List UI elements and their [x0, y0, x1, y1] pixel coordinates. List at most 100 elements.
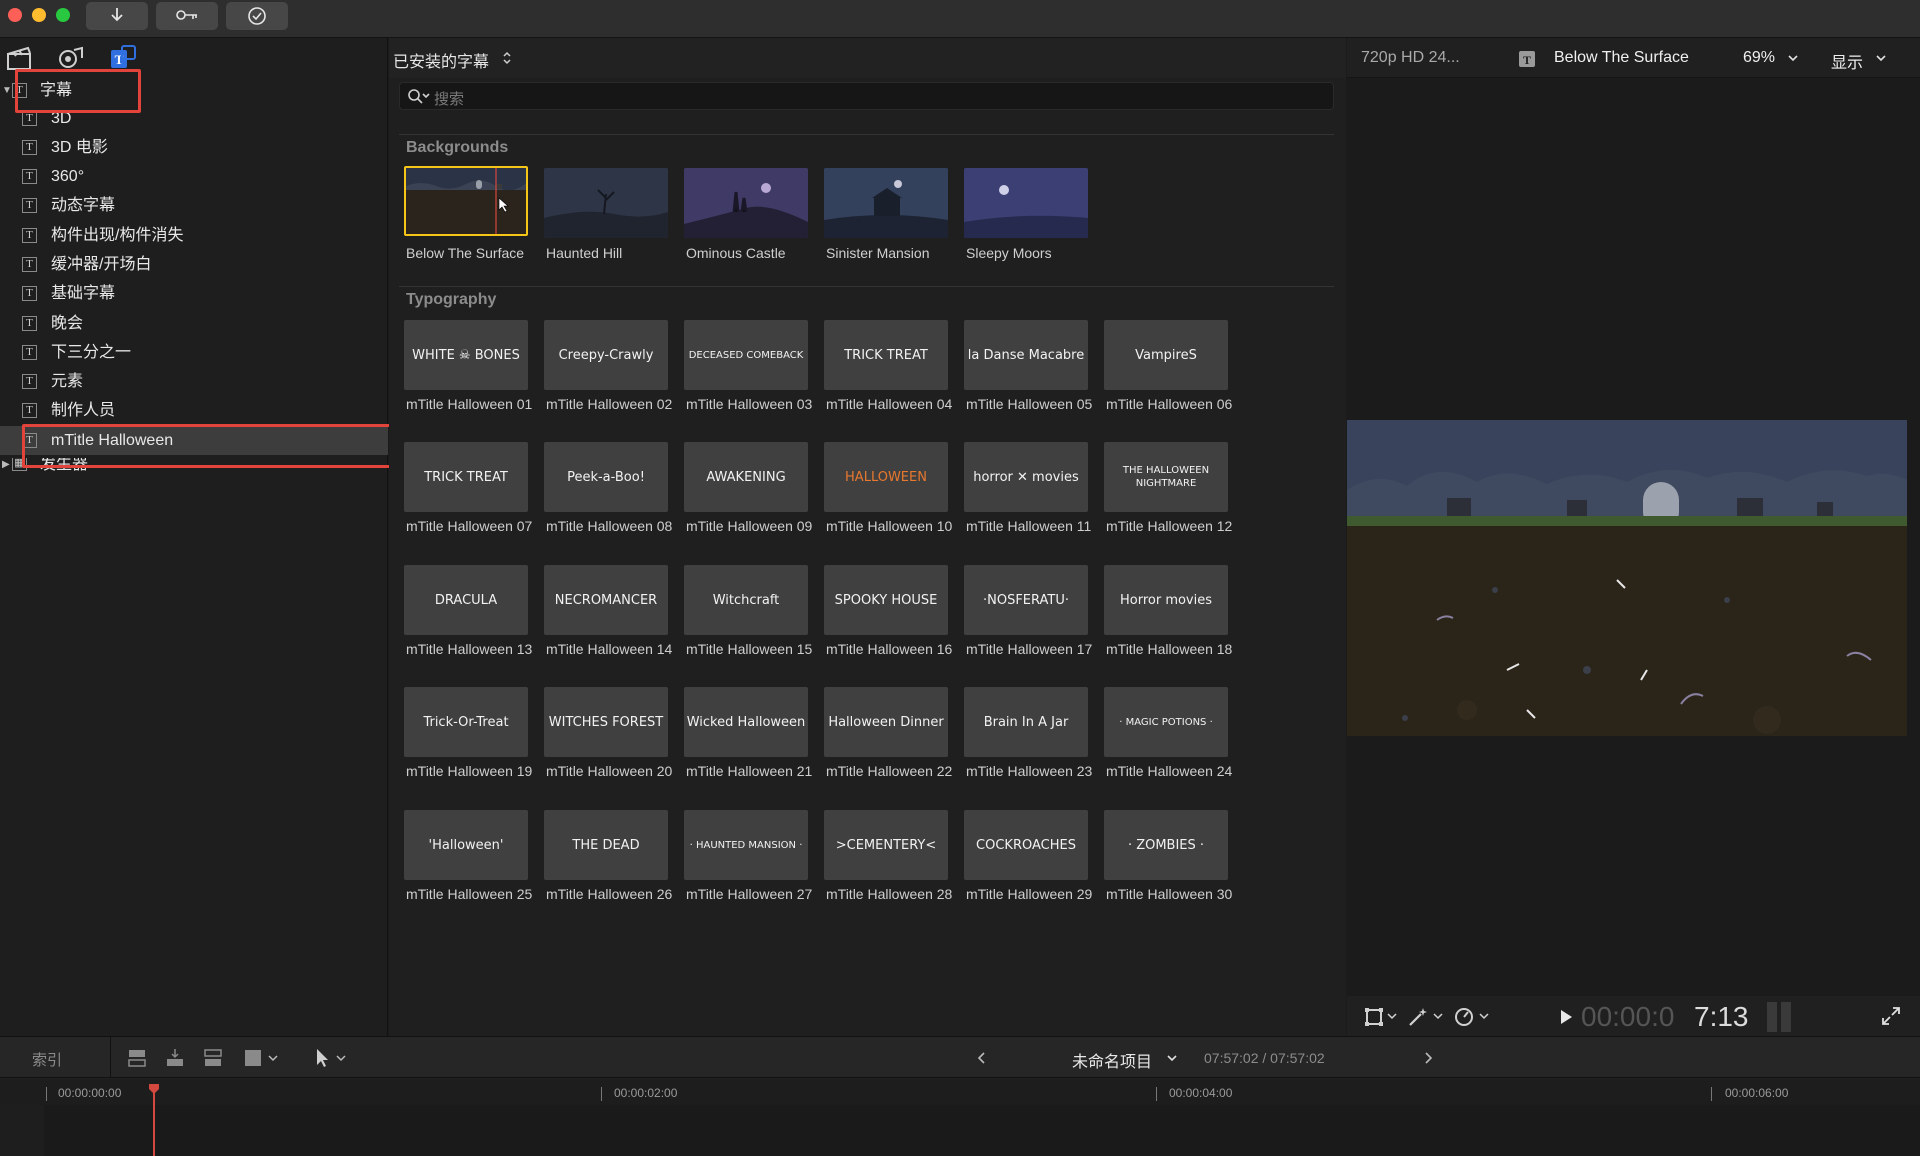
typography-thumb[interactable]: 'Halloween': [404, 810, 528, 880]
clapperboard-icon[interactable]: [4, 44, 34, 72]
typography-thumb[interactable]: WITCHES FOREST: [544, 687, 668, 757]
background-thumb-haunted-hill[interactable]: [544, 168, 668, 238]
typography-thumb[interactable]: DRACULA: [404, 565, 528, 635]
typography-thumb[interactable]: Brain In A Jar: [964, 687, 1088, 757]
typography-thumb[interactable]: VampireS: [1104, 320, 1228, 390]
chevron-down-icon[interactable]: [1787, 53, 1799, 63]
sidebar-item-label: 下三分之一: [51, 344, 132, 361]
chevron-down-icon[interactable]: [1166, 1053, 1178, 1063]
typography-thumb[interactable]: Wicked Halloween: [684, 687, 808, 757]
sidebar-item-label: 缓冲器/开场白: [51, 256, 152, 273]
connect-clip-icon[interactable]: [126, 1047, 148, 1069]
ruler-label: 00:00:00:00: [58, 1086, 122, 1100]
typography-thumb[interactable]: NECROMANCER: [544, 565, 668, 635]
typography-thumb[interactable]: Horror movies: [1104, 565, 1228, 635]
title-icon: T: [22, 374, 37, 389]
sidebar-item-3d-cinematic[interactable]: T 3D 电影: [0, 133, 388, 162]
typography-thumb[interactable]: Trick-Or-Treat: [404, 687, 528, 757]
fullscreen-icon[interactable]: [1881, 1006, 1901, 1026]
background-tasks-button[interactable]: [226, 2, 288, 30]
title-icon: T: [22, 257, 37, 272]
chevron-down-icon[interactable]: [1387, 1012, 1397, 1020]
typography-thumb-text: Horror movies: [1119, 592, 1213, 608]
timeline-ruler[interactable]: 00:00:00:00 00:00:02:00 00:00:04:00 00:0…: [0, 1079, 1920, 1105]
chevron-down-icon[interactable]: [336, 1054, 346, 1062]
disclosure-triangle-icon[interactable]: ▶: [2, 458, 10, 472]
typography-thumb[interactable]: Halloween Dinner: [824, 687, 948, 757]
chevron-down-icon[interactable]: [1433, 1012, 1443, 1020]
playhead-handle-icon[interactable]: [147, 1083, 161, 1095]
typography-thumb[interactable]: THE HALLOWEEN NIGHTMARE: [1104, 442, 1228, 512]
typography-thumb[interactable]: · HAUNTED MANSION ·: [684, 810, 808, 880]
sidebar-item-bumper-opener[interactable]: T 缓冲器/开场白: [0, 250, 388, 279]
typography-thumb[interactable]: Witchcraft: [684, 565, 808, 635]
keywords-button[interactable]: [156, 2, 218, 30]
transform-icon[interactable]: [1363, 1006, 1385, 1028]
sidebar-item-credits[interactable]: T 制作人员: [0, 396, 388, 425]
magic-wand-icon[interactable]: [1407, 1006, 1429, 1028]
chevron-down-icon[interactable]: [1875, 53, 1887, 63]
typography-thumb[interactable]: la Danse Macabre: [964, 320, 1088, 390]
chevron-down-icon[interactable]: [268, 1054, 278, 1062]
sidebar-item-label: 制作人员: [51, 402, 116, 419]
typography-thumb[interactable]: TRICK TREAT: [404, 442, 528, 512]
installed-titles-menu[interactable]: 已安装的字幕: [393, 48, 489, 72]
typography-thumb[interactable]: · MAGIC POTIONS ·: [1104, 687, 1228, 757]
typography-thumb[interactable]: THE DEAD: [544, 810, 668, 880]
typography-thumb[interactable]: Creepy-Crawly: [544, 320, 668, 390]
typography-thumb-text: Creepy-Crawly: [558, 347, 654, 363]
select-tool-icon[interactable]: [314, 1047, 332, 1069]
typography-thumb[interactable]: ·NOSFERATU·: [964, 565, 1088, 635]
sidebar-item-basic-titles[interactable]: T 基础字幕: [0, 279, 388, 308]
background-thumb-sinister-mansion[interactable]: [824, 168, 948, 238]
typography-thumb-text: COCKROACHES: [976, 837, 1076, 853]
photos-and-audio-icon[interactable]: [56, 44, 86, 72]
play-icon[interactable]: [1559, 1009, 1573, 1025]
background-thumb-sleepy-moors[interactable]: [964, 168, 1088, 238]
typography-thumb[interactable]: WHITE ☠ BONES: [404, 320, 528, 390]
typography-thumb[interactable]: COCKROACHES: [964, 810, 1088, 880]
sidebar-item-lower-thirds[interactable]: T 下三分之一: [0, 338, 388, 367]
index-button[interactable]: 索引: [32, 1049, 62, 1070]
zoom-window-button[interactable]: [56, 8, 70, 22]
typography-thumb[interactable]: SPOOKY HOUSE: [824, 565, 948, 635]
typography-thumb[interactable]: HALLOWEEN: [824, 442, 948, 512]
typography-thumb[interactable]: AWAKENING: [684, 442, 808, 512]
back-arrow-icon[interactable]: [976, 1051, 986, 1065]
project-name[interactable]: 未命名项目: [1072, 1048, 1152, 1072]
timeline-tracks[interactable]: [0, 1105, 1920, 1156]
typography-thumb-text: Wicked Halloween: [686, 714, 806, 730]
typography-thumb[interactable]: TRICK TREAT: [824, 320, 948, 390]
search-input[interactable]: 搜索: [399, 82, 1334, 110]
typography-thumb[interactable]: DECEASED COMEBACK: [684, 320, 808, 390]
titles-and-generators-icon[interactable]: T: [108, 44, 138, 72]
import-button[interactable]: [86, 2, 148, 30]
minimize-window-button[interactable]: [32, 8, 46, 22]
background-thumb-ominous-castle[interactable]: [684, 168, 808, 238]
sidebar-item-lower-thirds-animated[interactable]: T 动态字幕: [0, 191, 388, 220]
speedometer-icon[interactable]: [1453, 1006, 1475, 1028]
forward-arrow-icon[interactable]: [1424, 1051, 1434, 1065]
disclosure-triangle-icon[interactable]: ▼: [2, 76, 12, 105]
chevron-down-icon[interactable]: [1479, 1012, 1489, 1020]
typography-thumb[interactable]: horror ✕ movies: [964, 442, 1088, 512]
typography-thumb[interactable]: Peek-a-Boo!: [544, 442, 668, 512]
display-menu[interactable]: 显示: [1831, 49, 1863, 73]
playhead[interactable]: [153, 1085, 155, 1156]
sidebar-item-party[interactable]: T 晚会: [0, 309, 388, 338]
typography-thumb[interactable]: >CEMENTERY<: [824, 810, 948, 880]
zoom-menu[interactable]: 69%: [1743, 49, 1775, 67]
typography-thumb-text: · ZOMBIES ·: [1127, 837, 1205, 853]
title-bar: [0, 0, 1920, 38]
background-thumb-below-the-surface[interactable]: [404, 166, 528, 236]
sidebar-item-build-in-out[interactable]: T 构件出现/构件消失: [0, 221, 388, 250]
typography-label: mTitle Halloween 06: [1106, 396, 1233, 412]
append-clip-icon[interactable]: [202, 1047, 224, 1069]
sidebar-item-360[interactable]: T 360°: [0, 162, 388, 191]
close-window-button[interactable]: [8, 8, 22, 22]
chevron-up-down-icon[interactable]: [502, 50, 512, 66]
sidebar-item-elements[interactable]: T 元素: [0, 367, 388, 396]
typography-thumb[interactable]: · ZOMBIES ·: [1104, 810, 1228, 880]
insert-clip-icon[interactable]: [164, 1047, 186, 1069]
overwrite-clip-icon[interactable]: [242, 1047, 264, 1069]
